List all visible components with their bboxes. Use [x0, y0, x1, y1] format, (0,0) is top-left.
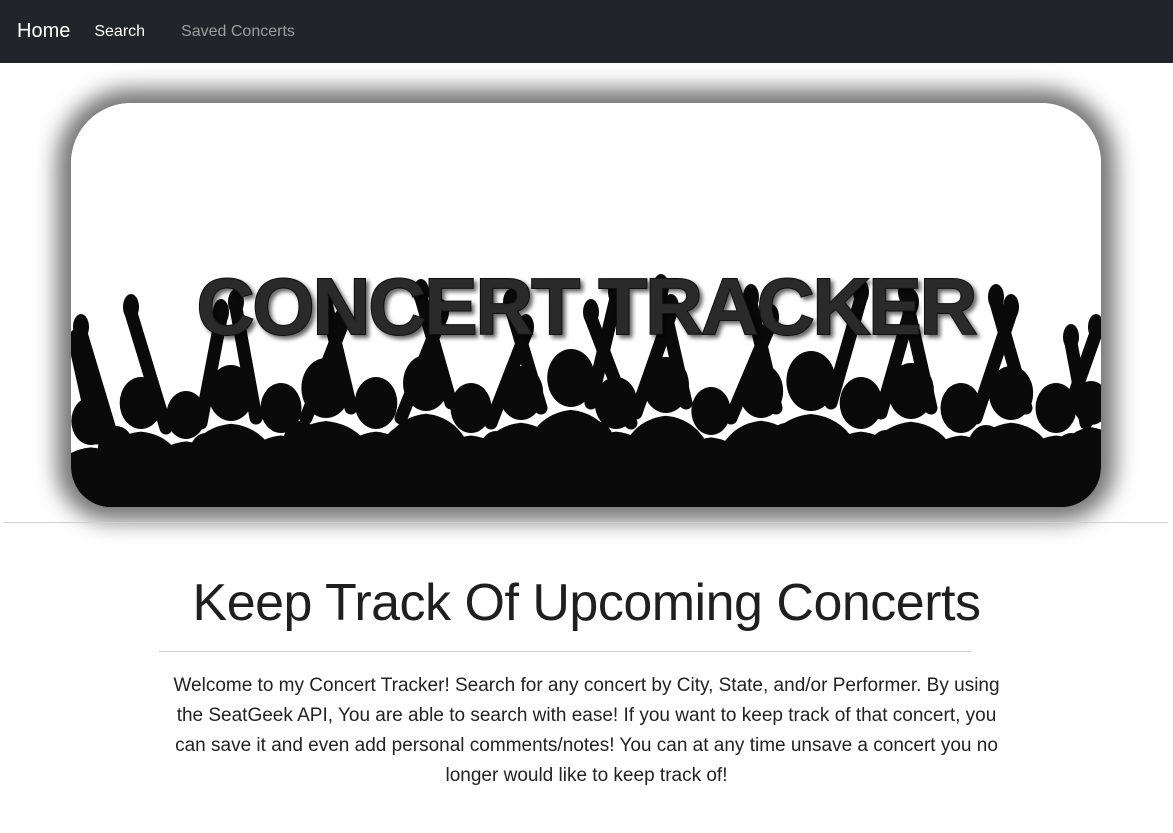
divider-heading [159, 651, 971, 652]
hero-title: CONCERT TRACKER [197, 262, 977, 351]
nav-link-saved-concerts[interactable]: Saved Concerts [181, 23, 295, 41]
top-navbar: Home Search Saved Concerts [0, 0, 1173, 63]
home-link[interactable]: Home [17, 20, 70, 43]
page-heading: Keep Track Of Upcoming Concerts [192, 574, 981, 632]
intro-paragraph: Welcome to my Concert Tracker! Search fo… [173, 675, 1000, 786]
divider-top [4, 522, 1168, 523]
hero-banner: CONCERT TRACKER [71, 103, 1101, 507]
crowd-silhouette-image: CONCERT TRACKER [71, 103, 1101, 507]
nav-link-search[interactable]: Search [94, 23, 145, 41]
